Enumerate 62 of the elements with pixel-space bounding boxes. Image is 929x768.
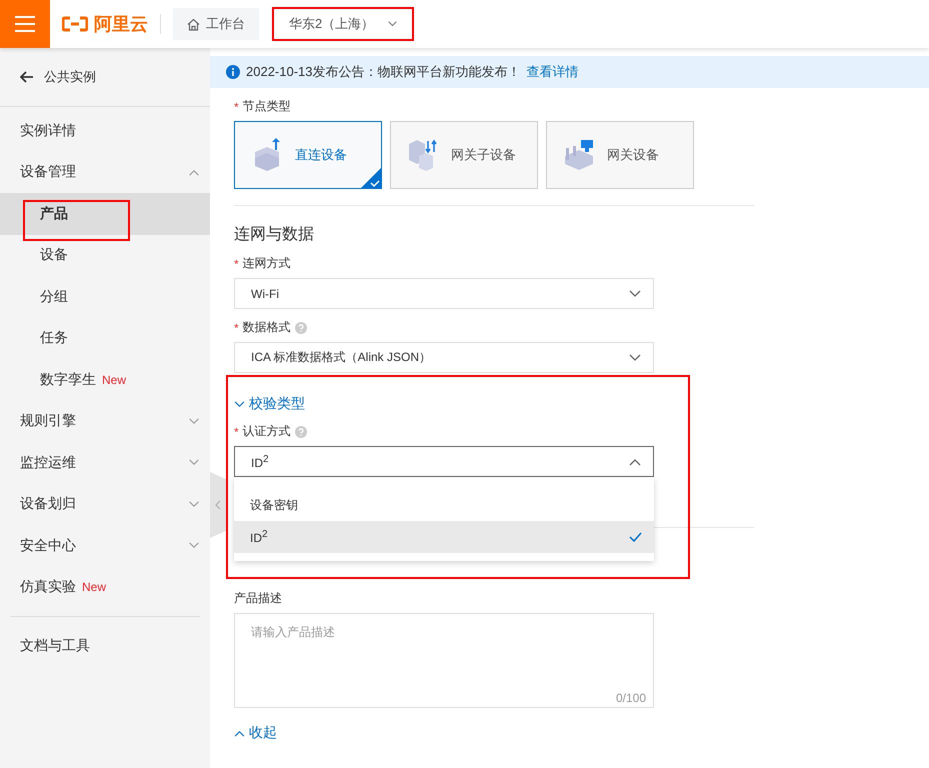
sidebar-item[interactable]: 规则引擎 [0, 400, 210, 442]
region-selector[interactable]: 华东2（上海） [273, 8, 414, 40]
selected-corner-icon [360, 167, 382, 189]
node-type-card[interactable]: 网关子设备 [390, 121, 538, 189]
menu-icon [15, 16, 35, 32]
select-field[interactable]: ICA 标准数据格式（Alink JSON） [234, 342, 654, 373]
sidebar-item[interactable]: 设备划归 [0, 484, 210, 525]
character-counter: 0/100 [616, 691, 646, 705]
notice-link[interactable]: 查看详情 [526, 63, 578, 81]
chevron-up-icon [629, 458, 641, 466]
section-title: 连网与数据 [234, 224, 315, 245]
back-arrow-icon [20, 71, 34, 83]
required-mark: * [234, 424, 239, 438]
select-field[interactable]: ID$^{2}$ [234, 446, 654, 477]
collapse-handle[interactable] [210, 472, 228, 538]
help-icon[interactable] [294, 426, 307, 438]
required-mark: * [234, 100, 239, 114]
sidebar-item[interactable]: 实例详情 [0, 110, 210, 152]
sidebar-subitem[interactable]: 设备 [0, 234, 210, 276]
field-label: 产品描述 [234, 590, 282, 607]
chevron-down-icon [188, 418, 200, 425]
sidebar-subitem[interactable]: 任务 [0, 318, 210, 359]
chevron-down-icon [629, 354, 641, 362]
chevron-down-icon [234, 400, 245, 408]
node-type-card[interactable]: 网关设备 [546, 121, 694, 189]
sidebar-subitem[interactable]: 数字孪生 New [0, 359, 210, 400]
logo-icon [62, 16, 88, 32]
info-icon [226, 65, 240, 79]
sidebar-subitem[interactable]: 分组 [0, 276, 210, 318]
required-mark: * [234, 256, 239, 270]
node-type-card[interactable]: 直连设备 [234, 121, 382, 189]
menu-button[interactable] [0, 0, 50, 48]
back-link[interactable]: 公共实例 [0, 48, 210, 106]
sidebar-item[interactable]: 监控运维 [0, 442, 210, 484]
collapse-link[interactable]: 收起 [234, 724, 277, 742]
required-mark: * [234, 320, 239, 334]
select-field[interactable]: Wi-Fi [234, 278, 654, 309]
chevron-up-icon [234, 730, 245, 736]
field-label: 数据格式 [242, 319, 291, 336]
chevron-down-icon [388, 21, 398, 27]
logo-text: 阿里云 [94, 13, 148, 36]
dropdown-option[interactable]: 设备密钥 [234, 489, 654, 521]
sidebar-item[interactable]: 安全中心 [0, 525, 210, 566]
section-toggle[interactable]: 校验类型 [234, 395, 305, 413]
sidebar-subitem[interactable]: 产品 [0, 193, 210, 234]
chevron-up-icon [188, 168, 200, 176]
chevron-down-icon [188, 459, 200, 466]
chevron-down-icon [629, 290, 641, 298]
field-label: 节点类型 [242, 98, 291, 115]
sidebar-item[interactable]: 文档与工具 [0, 625, 210, 666]
field-label: 认证方式 [242, 423, 291, 440]
workbench-button[interactable]: 工作台 [173, 8, 259, 40]
sidebar-item[interactable]: 设备管理 [0, 152, 210, 193]
chevron-down-icon [188, 500, 200, 508]
notice-text: 2022-10-13发布公告：物联网平台新功能发布！ [246, 63, 520, 81]
field-label: 连网方式 [242, 255, 291, 272]
sidebar-item[interactable]: 仿真实验 New [0, 566, 210, 608]
help-icon[interactable] [294, 322, 307, 334]
home-icon [187, 18, 200, 30]
check-icon [629, 532, 642, 542]
dropdown-option[interactable]: ID$^{2}$ [234, 521, 654, 553]
chevron-down-icon [188, 542, 200, 550]
